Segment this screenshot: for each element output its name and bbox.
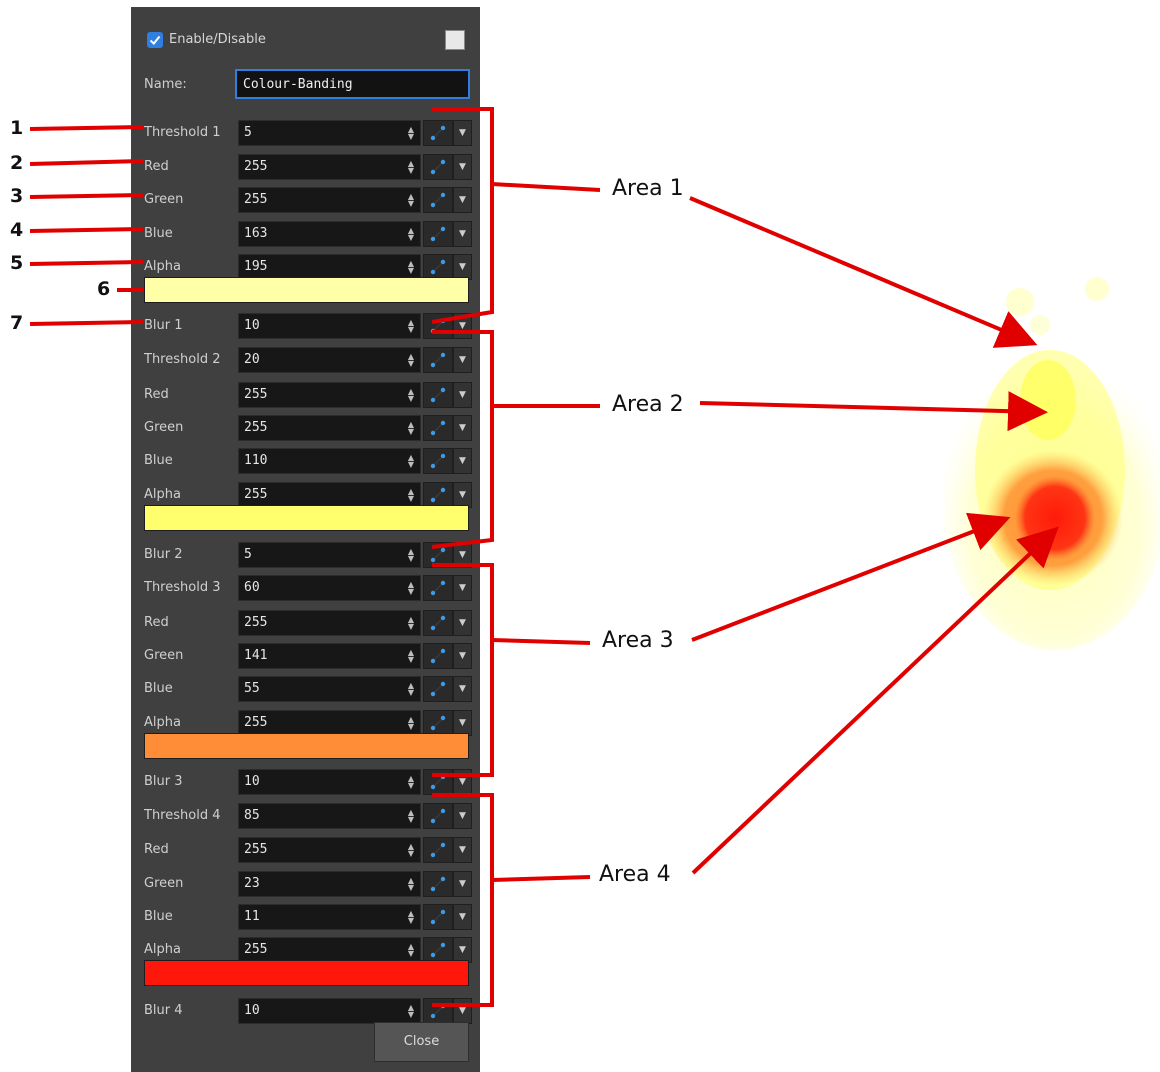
callout-number: 5 (10, 252, 24, 274)
callout-lines (29, 107, 1059, 1007)
area-label: Area 1 (612, 176, 684, 201)
callout-number: 2 (10, 152, 24, 174)
annotation-overlay (29, 107, 1160, 1007)
area-label: Area 3 (602, 628, 674, 653)
callout-number: 1 (10, 117, 24, 139)
callout-number: 3 (10, 185, 24, 207)
callout-number: 7 (10, 312, 24, 334)
callout-number: 6 (97, 278, 111, 300)
flame-image (943, 277, 1160, 650)
area-label: Area 2 (612, 392, 684, 417)
callout-number: 4 (10, 219, 24, 241)
area-label: Area 4 (599, 862, 671, 887)
